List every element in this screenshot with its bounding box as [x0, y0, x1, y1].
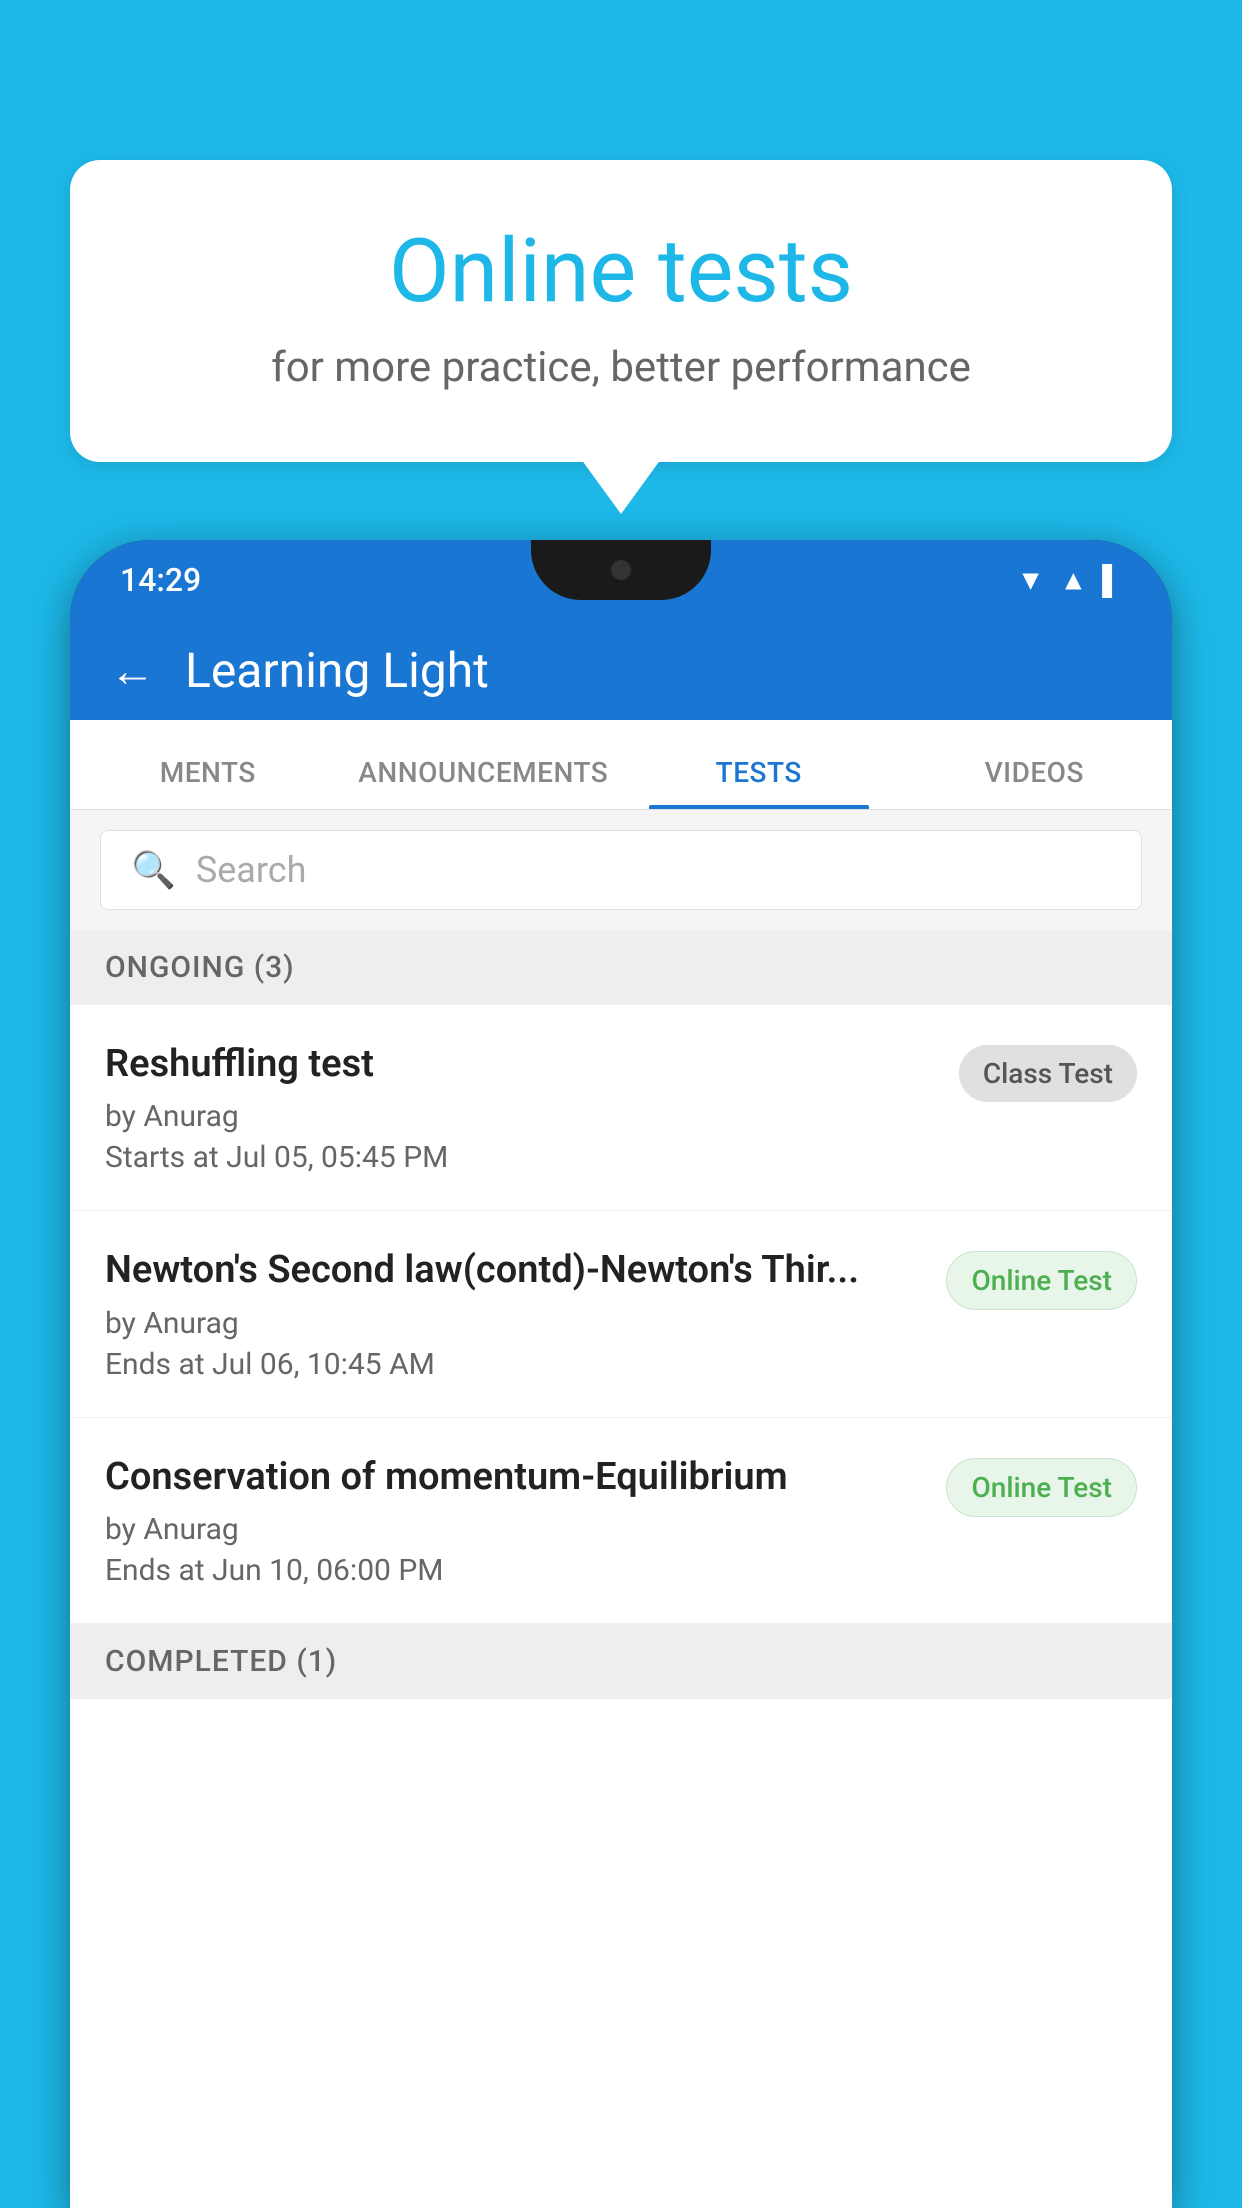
- test-date: Ends at Jul 06, 10:45 AM: [105, 1347, 926, 1382]
- phone-screen: ← Learning Light MENTS ANNOUNCEMENTS TES…: [70, 620, 1172, 2208]
- tab-announcements[interactable]: ANNOUNCEMENTS: [346, 756, 622, 809]
- test-by: by Anurag: [105, 1306, 926, 1341]
- search-bar[interactable]: 🔍 Search: [100, 830, 1142, 910]
- test-by: by Anurag: [105, 1512, 926, 1547]
- test-item[interactable]: Reshuffling test by Anurag Starts at Jul…: [70, 1005, 1172, 1211]
- camera-dot: [611, 560, 631, 580]
- test-info: Newton's Second law(contd)-Newton's Thir…: [105, 1246, 926, 1381]
- test-by: by Anurag: [105, 1099, 939, 1134]
- test-item[interactable]: Conservation of momentum-Equilibrium by …: [70, 1418, 1172, 1624]
- back-button[interactable]: ←: [110, 644, 155, 697]
- signal-icon: ▲: [1059, 564, 1087, 597]
- bubble-subtitle: for more practice, better performance: [120, 343, 1122, 392]
- test-date: Ends at Jun 10, 06:00 PM: [105, 1553, 926, 1588]
- tab-videos[interactable]: VIDEOS: [897, 756, 1173, 809]
- status-time: 14:29: [120, 561, 201, 599]
- test-name: Newton's Second law(contd)-Newton's Thir…: [105, 1246, 926, 1295]
- promo-bubble: Online tests for more practice, better p…: [70, 160, 1172, 462]
- test-name: Conservation of momentum-Equilibrium: [105, 1453, 926, 1502]
- test-date: Starts at Jul 05, 05:45 PM: [105, 1140, 939, 1175]
- wifi-icon: ▼: [1017, 564, 1045, 597]
- phone-frame: 14:29 ▼ ▲ ▌ ← Learning Light MENTS ANNOU…: [70, 540, 1172, 2208]
- bubble-title: Online tests: [120, 220, 1122, 323]
- status-icons: ▼ ▲ ▌: [1017, 564, 1122, 597]
- test-info: Conservation of momentum-Equilibrium by …: [105, 1453, 926, 1588]
- test-badge: Class Test: [959, 1045, 1137, 1102]
- ongoing-section-header: ONGOING (3): [70, 930, 1172, 1005]
- completed-section-header: COMPLETED (1): [70, 1624, 1172, 1699]
- tabs-bar: MENTS ANNOUNCEMENTS TESTS VIDEOS: [70, 720, 1172, 810]
- battery-icon: ▌: [1102, 564, 1122, 597]
- test-badge: Online Test: [946, 1251, 1137, 1310]
- tab-tests[interactable]: TESTS: [621, 756, 897, 809]
- app-title: Learning Light: [185, 642, 489, 699]
- status-bar: 14:29 ▼ ▲ ▌: [70, 540, 1172, 620]
- tab-ments[interactable]: MENTS: [70, 756, 346, 809]
- search-placeholder: Search: [196, 849, 307, 891]
- test-badge: Online Test: [946, 1458, 1137, 1517]
- test-name: Reshuffling test: [105, 1040, 939, 1089]
- notch: [531, 540, 711, 600]
- app-header: ← Learning Light: [70, 620, 1172, 720]
- test-info: Reshuffling test by Anurag Starts at Jul…: [105, 1040, 939, 1175]
- test-item[interactable]: Newton's Second law(contd)-Newton's Thir…: [70, 1211, 1172, 1417]
- search-container: 🔍 Search: [70, 810, 1172, 930]
- search-icon: 🔍: [131, 849, 176, 891]
